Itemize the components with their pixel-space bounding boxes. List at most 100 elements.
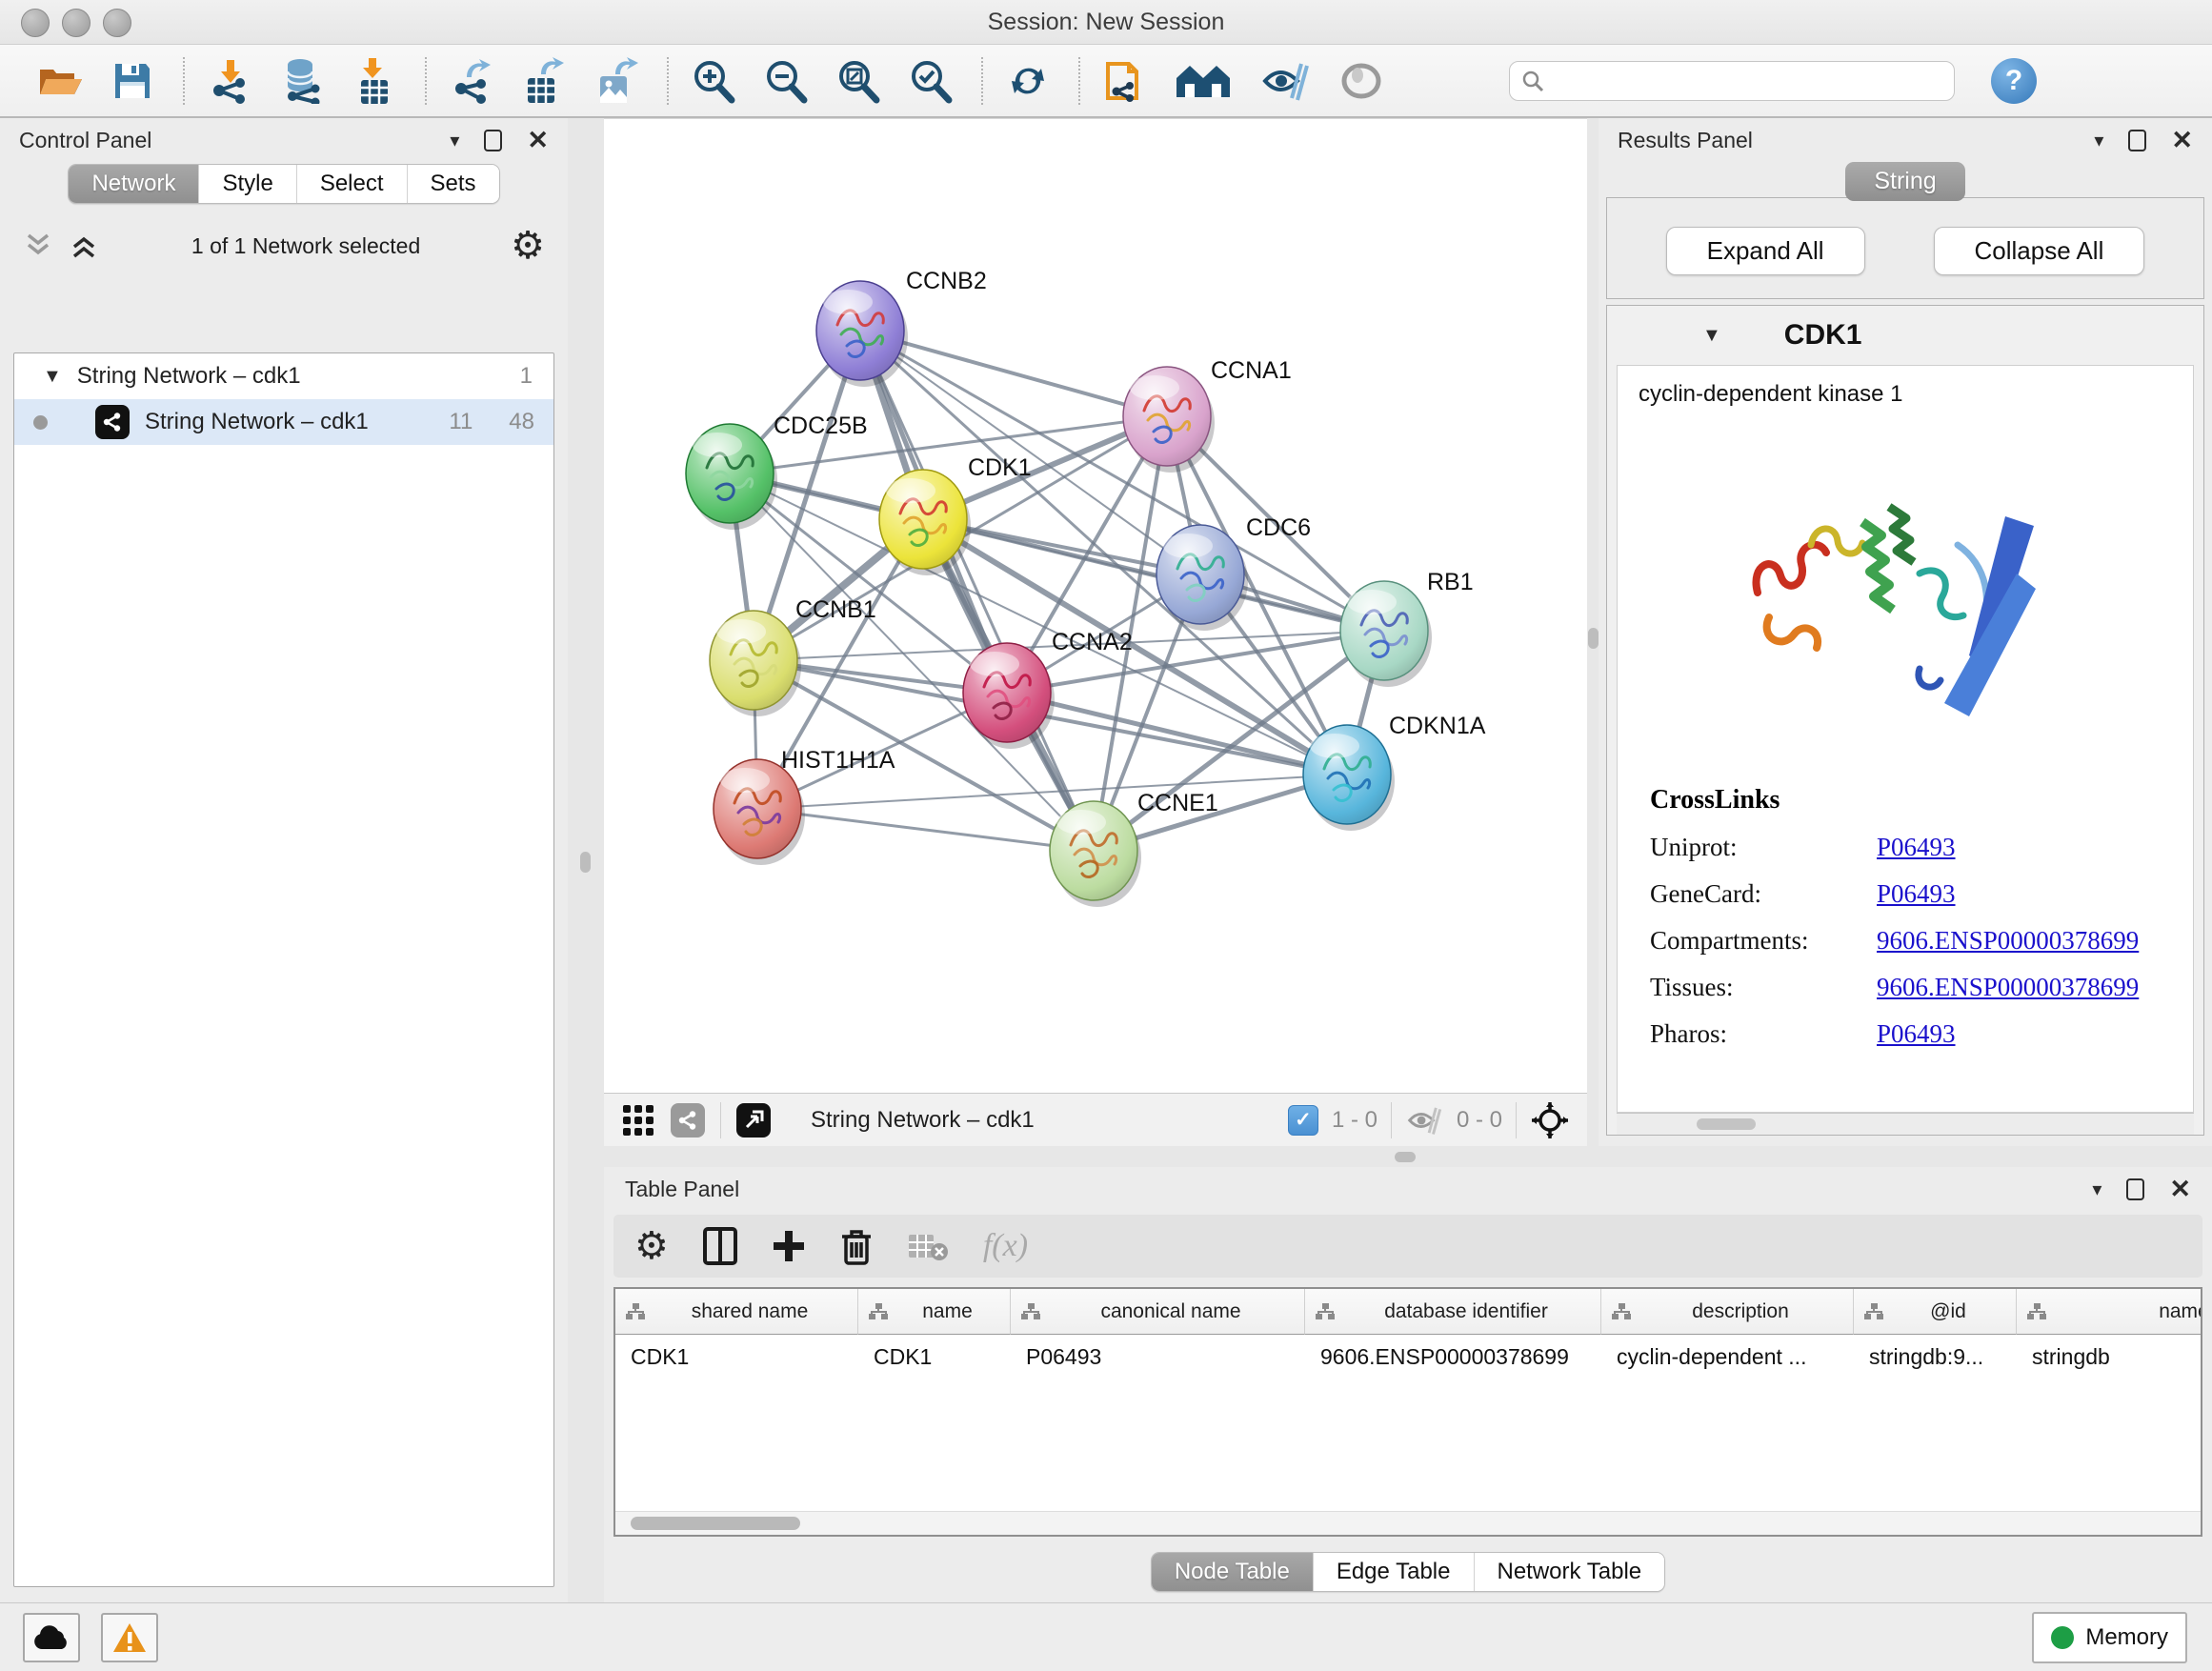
right-splitter[interactable]: [1587, 118, 1599, 1146]
help-button[interactable]: ?: [1991, 58, 2037, 104]
grid-icon[interactable]: [621, 1103, 655, 1137]
results-horizontal-scrollbar[interactable]: [1617, 1113, 2194, 1135]
table-cell[interactable]: stringdb: [2017, 1335, 2202, 1379]
column-header[interactable]: name: [858, 1289, 1011, 1335]
crosslink-link[interactable]: 9606.ENSP00000378699: [1877, 926, 2139, 956]
cloud-status-button[interactable]: [23, 1613, 80, 1662]
results-panel-collapse-button[interactable]: ▾: [2094, 129, 2103, 152]
zoom-out-button[interactable]: [762, 56, 810, 106]
memory-button[interactable]: Memory: [2032, 1612, 2187, 1663]
tab-network[interactable]: Network: [69, 165, 199, 203]
minimize-window-button[interactable]: [62, 9, 90, 37]
horizontal-splitter-handle[interactable]: [1395, 1152, 1416, 1162]
network-collection-row[interactable]: ▼ String Network – cdk1 1: [14, 353, 553, 399]
table-cell[interactable]: P06493: [1011, 1335, 1305, 1379]
export-table-button[interactable]: [520, 56, 568, 106]
show-columns-icon[interactable]: [703, 1227, 737, 1265]
column-header[interactable]: namespace: [2017, 1289, 2202, 1335]
tab-network-table[interactable]: Network Table: [1475, 1553, 1665, 1591]
edge-CCNB2-CCNE1[interactable]: [860, 331, 1094, 851]
search-input[interactable]: [1554, 68, 1942, 94]
table-options-gear-icon[interactable]: ⚙: [634, 1227, 669, 1265]
import-table-button[interactable]: [351, 56, 398, 106]
column-header[interactable]: shared name: [615, 1289, 858, 1335]
table-cell[interactable]: CDK1: [615, 1335, 858, 1379]
collapse-all-button[interactable]: Collapse All: [1934, 227, 2145, 275]
node-CDC25B[interactable]: [686, 424, 777, 530]
network-canvas[interactable]: CCNB2CCNA1CDC25BCDK1CDC6RB1CCNB1CCNA2CDK…: [604, 119, 1587, 1094]
tab-style[interactable]: Style: [199, 165, 296, 203]
import-network-file-button[interactable]: [206, 56, 253, 106]
table-cell[interactable]: stringdb:9...: [1854, 1335, 2017, 1379]
node-RB1[interactable]: [1340, 581, 1432, 687]
tab-string[interactable]: String: [1845, 162, 1964, 201]
tab-sets[interactable]: Sets: [408, 165, 499, 203]
maximize-window-button[interactable]: [103, 9, 131, 37]
crosslink-link[interactable]: 9606.ENSP00000378699: [1877, 973, 2139, 1002]
network-type-badge-icon[interactable]: [671, 1103, 705, 1137]
export-image-button[interactable]: [593, 56, 640, 106]
column-header[interactable]: database identifier: [1305, 1289, 1601, 1335]
collection-expand-caret-icon[interactable]: ▼: [43, 366, 62, 388]
column-header[interactable]: description: [1601, 1289, 1854, 1335]
node-CCNA2[interactable]: [963, 643, 1055, 749]
crosslink-link[interactable]: P06493: [1877, 879, 1956, 909]
import-network-database-button[interactable]: [278, 56, 326, 106]
pan-crosshair-icon[interactable]: [1530, 1100, 1570, 1140]
table-cell[interactable]: CDK1: [858, 1335, 1011, 1379]
table-cell[interactable]: cyclin-dependent ...: [1601, 1335, 1854, 1379]
results-panel-close-button[interactable]: ✕: [2171, 128, 2193, 153]
scrollbar-thumb[interactable]: [631, 1517, 800, 1530]
collapse-all-icon[interactable]: [23, 232, 55, 260]
edge-HIST1H1A-CCNE1[interactable]: [757, 809, 1094, 851]
control-panel-collapse-button[interactable]: ▾: [450, 129, 459, 152]
node-CDKN1A[interactable]: [1303, 725, 1395, 831]
node-HIST1H1A[interactable]: [714, 759, 805, 865]
node-CCNB1[interactable]: [710, 611, 801, 716]
left-splitter[interactable]: [568, 118, 604, 1602]
gene-collapse-caret-icon[interactable]: ▼: [1702, 325, 1721, 347]
birds-eye-view-icon[interactable]: [736, 1103, 771, 1137]
table-row[interactable]: CDK1 CDK1 P06493 9606.ENSP00000378699 cy…: [615, 1335, 2202, 1379]
column-header[interactable]: canonical name: [1011, 1289, 1305, 1335]
node-CCNA1[interactable]: [1123, 367, 1215, 473]
left-splitter-handle[interactable]: [580, 852, 591, 873]
tab-select[interactable]: Select: [297, 165, 408, 203]
table-panel-collapse-button[interactable]: ▾: [2092, 1178, 2101, 1201]
table-panel-close-button[interactable]: ✕: [2169, 1177, 2191, 1202]
expand-all-icon[interactable]: [69, 232, 101, 260]
node-CDK1[interactable]: [879, 470, 971, 575]
table-horizontal-scrollbar[interactable]: [615, 1511, 2201, 1535]
tab-edge-table[interactable]: Edge Table: [1314, 1553, 1475, 1591]
warning-status-button[interactable]: [101, 1613, 158, 1662]
network-row[interactable]: String Network – cdk1 11 48: [14, 399, 553, 445]
hide-selection-button[interactable]: [1257, 56, 1313, 106]
zoom-selected-button[interactable]: [907, 56, 955, 106]
table-cell[interactable]: 9606.ENSP00000378699: [1305, 1335, 1601, 1379]
column-header[interactable]: @id: [1854, 1289, 2017, 1335]
save-session-button[interactable]: [109, 56, 156, 106]
delete-column-trash-icon[interactable]: [840, 1227, 873, 1265]
close-window-button[interactable]: [21, 9, 50, 37]
control-panel-float-button[interactable]: [484, 130, 502, 151]
right-splitter-handle[interactable]: [1588, 628, 1599, 649]
gene-entry-header[interactable]: ▼ CDK1: [1607, 306, 2203, 365]
apply-layout-button[interactable]: [1004, 56, 1052, 106]
show-all-button[interactable]: [1337, 56, 1385, 106]
zoom-fit-button[interactable]: [835, 56, 882, 106]
open-session-button[interactable]: [36, 56, 84, 106]
control-panel-close-button[interactable]: ✕: [527, 128, 549, 153]
node-CCNE1[interactable]: [1050, 801, 1141, 907]
table-panel-float-button[interactable]: [2126, 1178, 2144, 1200]
tab-node-table[interactable]: Node Table: [1152, 1553, 1314, 1591]
search-field[interactable]: [1509, 61, 1955, 101]
expand-all-button[interactable]: Expand All: [1666, 227, 1865, 275]
crosslink-link[interactable]: P06493: [1877, 1019, 1956, 1049]
first-neighbors-button[interactable]: [1174, 56, 1233, 106]
zoom-in-button[interactable]: [690, 56, 737, 106]
results-panel-float-button[interactable]: [2128, 130, 2146, 151]
add-column-icon[interactable]: [772, 1229, 806, 1263]
crosslink-link[interactable]: P06493: [1877, 833, 1956, 862]
selected-checkbox-icon[interactable]: ✓: [1288, 1105, 1318, 1136]
new-network-from-selection-button[interactable]: [1101, 56, 1149, 106]
